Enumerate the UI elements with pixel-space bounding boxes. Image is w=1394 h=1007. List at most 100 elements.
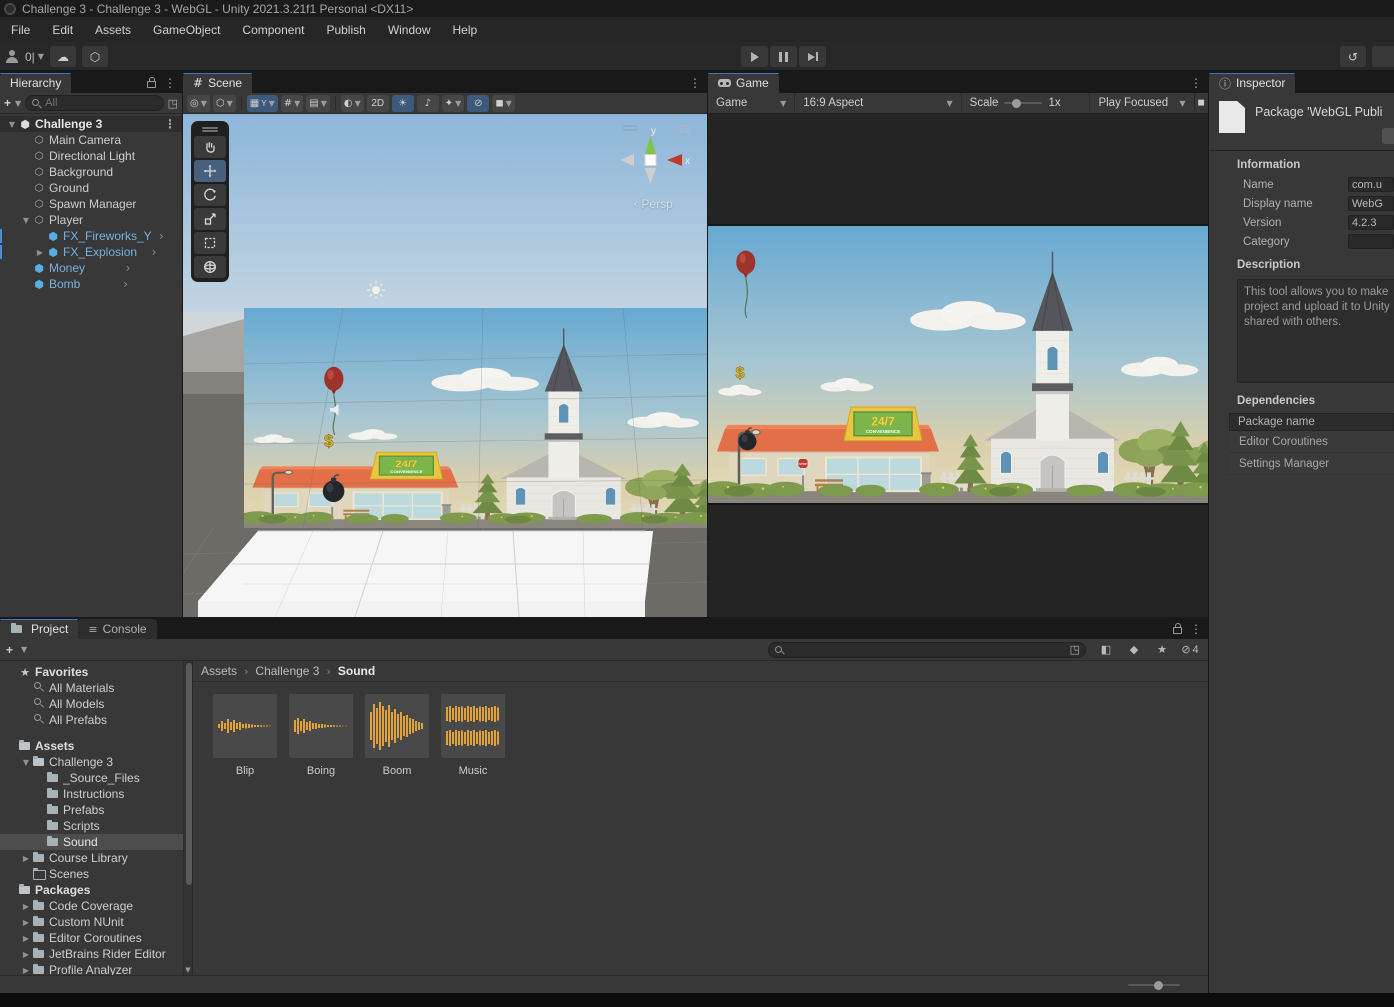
hierarchy-search-input[interactable] [45,97,157,109]
display-dropdown[interactable]: Game▼ [708,93,795,113]
menu-item[interactable]: Window [377,19,442,41]
breadcrumb-challenge3[interactable]: Challenge 3 [255,664,319,678]
grid-visibility-button[interactable]: ▦Y▼ [247,95,278,112]
menu-item[interactable]: Assets [84,19,142,41]
draw-mode-button[interactable]: ◐▼ [341,95,364,112]
asset-item-music[interactable]: Music [441,694,505,777]
increment-snap-button[interactable]: ▤▼ [306,95,330,112]
effects-button[interactable]: ✦▼ [442,95,465,112]
hierarchy-row[interactable]: Directional Light [0,148,182,164]
row-kebab[interactable]: ⋮ [164,117,182,131]
plastic-scm-button[interactable]: ⬡ [82,46,108,67]
tab-scene[interactable]: #Scene [183,73,252,93]
project-tree-row[interactable]: Sound [0,834,183,850]
project-tree-row[interactable]: Prefabs [0,802,183,818]
gizmo-center-cube[interactable] [645,155,656,166]
hierarchy-row[interactable]: ▼ Challenge 3 ⋮ [0,116,182,132]
breadcrumb-assets[interactable]: Assets [201,664,237,678]
inspector-field-input[interactable] [1348,234,1394,249]
tab-hierarchy[interactable]: Hierarchy [0,73,71,93]
aspect-ratio-dropdown[interactable]: 16:9 Aspect▼ [795,93,961,113]
tab-project[interactable]: Project [0,619,78,639]
rotate-tool-button[interactable] [194,184,226,206]
project-tree-row[interactable]: Instructions [0,786,183,802]
hierarchy-row[interactable]: ▼ Player [0,212,182,228]
scene-audio-button[interactable]: ♪ [417,95,439,112]
menu-item[interactable]: GameObject [142,19,231,41]
description-textarea[interactable]: This tool allows you to make project and… [1237,279,1394,383]
project-lock-icon[interactable] [1173,627,1182,634]
prefab-chevron-icon[interactable]: › [152,245,162,259]
project-search[interactable]: ◳ [768,642,1086,658]
open-in-window-icon[interactable]: ◳ [1070,643,1080,656]
game-viewport[interactable] [708,114,1208,617]
account-icon[interactable] [4,49,19,64]
hierarchy-menu-kebab[interactable]: ⋮ [164,76,176,90]
expand-arrow[interactable]: ▶ [20,902,32,911]
layers-dropdown[interactable]: 0|▼ [25,50,44,64]
scene-lighting-button[interactable]: ☀ [392,95,414,112]
tab-console[interactable]: ≡Console [78,619,156,639]
hierarchy-row[interactable]: Bomb › [0,276,182,292]
directional-light-gizmo[interactable] [367,281,385,299]
expand-arrow[interactable]: ▼ [6,120,18,129]
create-add-button[interactable]: + [4,96,11,110]
dependency-row[interactable]: Settings Manager [1229,453,1394,475]
2d-toggle-button[interactable]: 2D [367,95,389,112]
money-object[interactable] [324,431,334,450]
project-tree-row[interactable]: Assets [0,738,183,754]
open-in-window-icon[interactable]: ◳ [168,97,178,110]
tool-handle-position-button[interactable]: ◎▼ [187,95,210,112]
hierarchy-row[interactable]: Money › [0,260,182,276]
scene-orientation-gizmo[interactable]: y x ‹ Persp [615,122,691,211]
project-tree-row[interactable]: _Source_Files [0,770,183,786]
step-button[interactable] [799,46,826,67]
hierarchy-row[interactable]: ▶ FX_Explosion › [0,244,182,260]
neg-y-axis-cone[interactable] [645,168,656,184]
project-tree-row[interactable]: Scripts [0,818,183,834]
undo-history-button[interactable]: ↺ [1340,46,1366,67]
play-focused-dropdown[interactable]: Play Focused▼ [1090,93,1194,113]
expand-arrow[interactable]: ▶ [20,918,32,927]
hierarchy-row[interactable]: FX_Fireworks_Y › [0,228,182,244]
hierarchy-row[interactable]: Main Camera [0,132,182,148]
hierarchy-search[interactable] [25,95,163,111]
hierarchy-row[interactable]: Background [0,164,182,180]
grid-snapping-button[interactable]: #▼ [281,95,304,112]
project-tree-row[interactable]: ▶ Editor Coroutines [0,930,183,946]
project-tree-row[interactable]: All Materials [0,680,183,696]
expand-arrow[interactable]: ▼ [20,758,32,767]
scroll-down-arrow[interactable]: ▼ [184,966,192,974]
gizmo-lock-icon[interactable] [681,126,688,132]
scrollbar-thumb[interactable] [186,663,192,885]
hidden-packages-button[interactable]: ⊘4 [1178,641,1202,658]
project-tree-row[interactable]: ▶ Course Library [0,850,183,866]
project-search-input[interactable] [788,644,1066,656]
camera-settings-button[interactable]: ◼▼ [492,95,514,112]
scene-viewport[interactable]: y x ‹ Persp [183,114,707,617]
project-tree-row[interactable]: ▶ Custom NUnit [0,914,183,930]
breadcrumb-sound[interactable]: Sound [338,664,375,678]
project-tree-scrollbar[interactable]: ▼ [183,661,192,975]
project-tree-row[interactable]: Scenes [0,866,183,882]
project-tree-row[interactable]: ▶ Code Coverage [0,898,183,914]
project-tree-row[interactable]: Favorites [0,664,183,680]
asset-item-boing[interactable]: Boing [289,694,353,777]
prefab-chevron-icon[interactable]: › [123,277,133,291]
project-tree-row[interactable]: All Prefabs [0,712,183,728]
expand-arrow[interactable]: ▼ [20,216,32,225]
tab-inspector[interactable]: ⓘInspector [1209,73,1295,93]
expand-arrow[interactable]: ▶ [20,854,32,863]
menu-item[interactable]: File [0,19,41,41]
open-button-clipped[interactable] [1382,128,1394,144]
tab-game[interactable]: Game [708,73,779,93]
scale-slider[interactable] [1004,102,1042,104]
expand-arrow[interactable]: ▶ [20,934,32,943]
favorites-filter-button[interactable]: ★ [1150,641,1174,658]
perspective-label[interactable]: ‹ Persp [615,197,691,211]
game-menu-kebab[interactable]: ⋮ [1190,76,1202,90]
inspector-field-input[interactable] [1348,196,1394,211]
prefab-chevron-icon[interactable]: › [126,261,136,275]
scene-visibility-button[interactable]: ⊘ [467,95,489,112]
project-tree-row[interactable]: ▶ Profile Analyzer [0,962,183,975]
